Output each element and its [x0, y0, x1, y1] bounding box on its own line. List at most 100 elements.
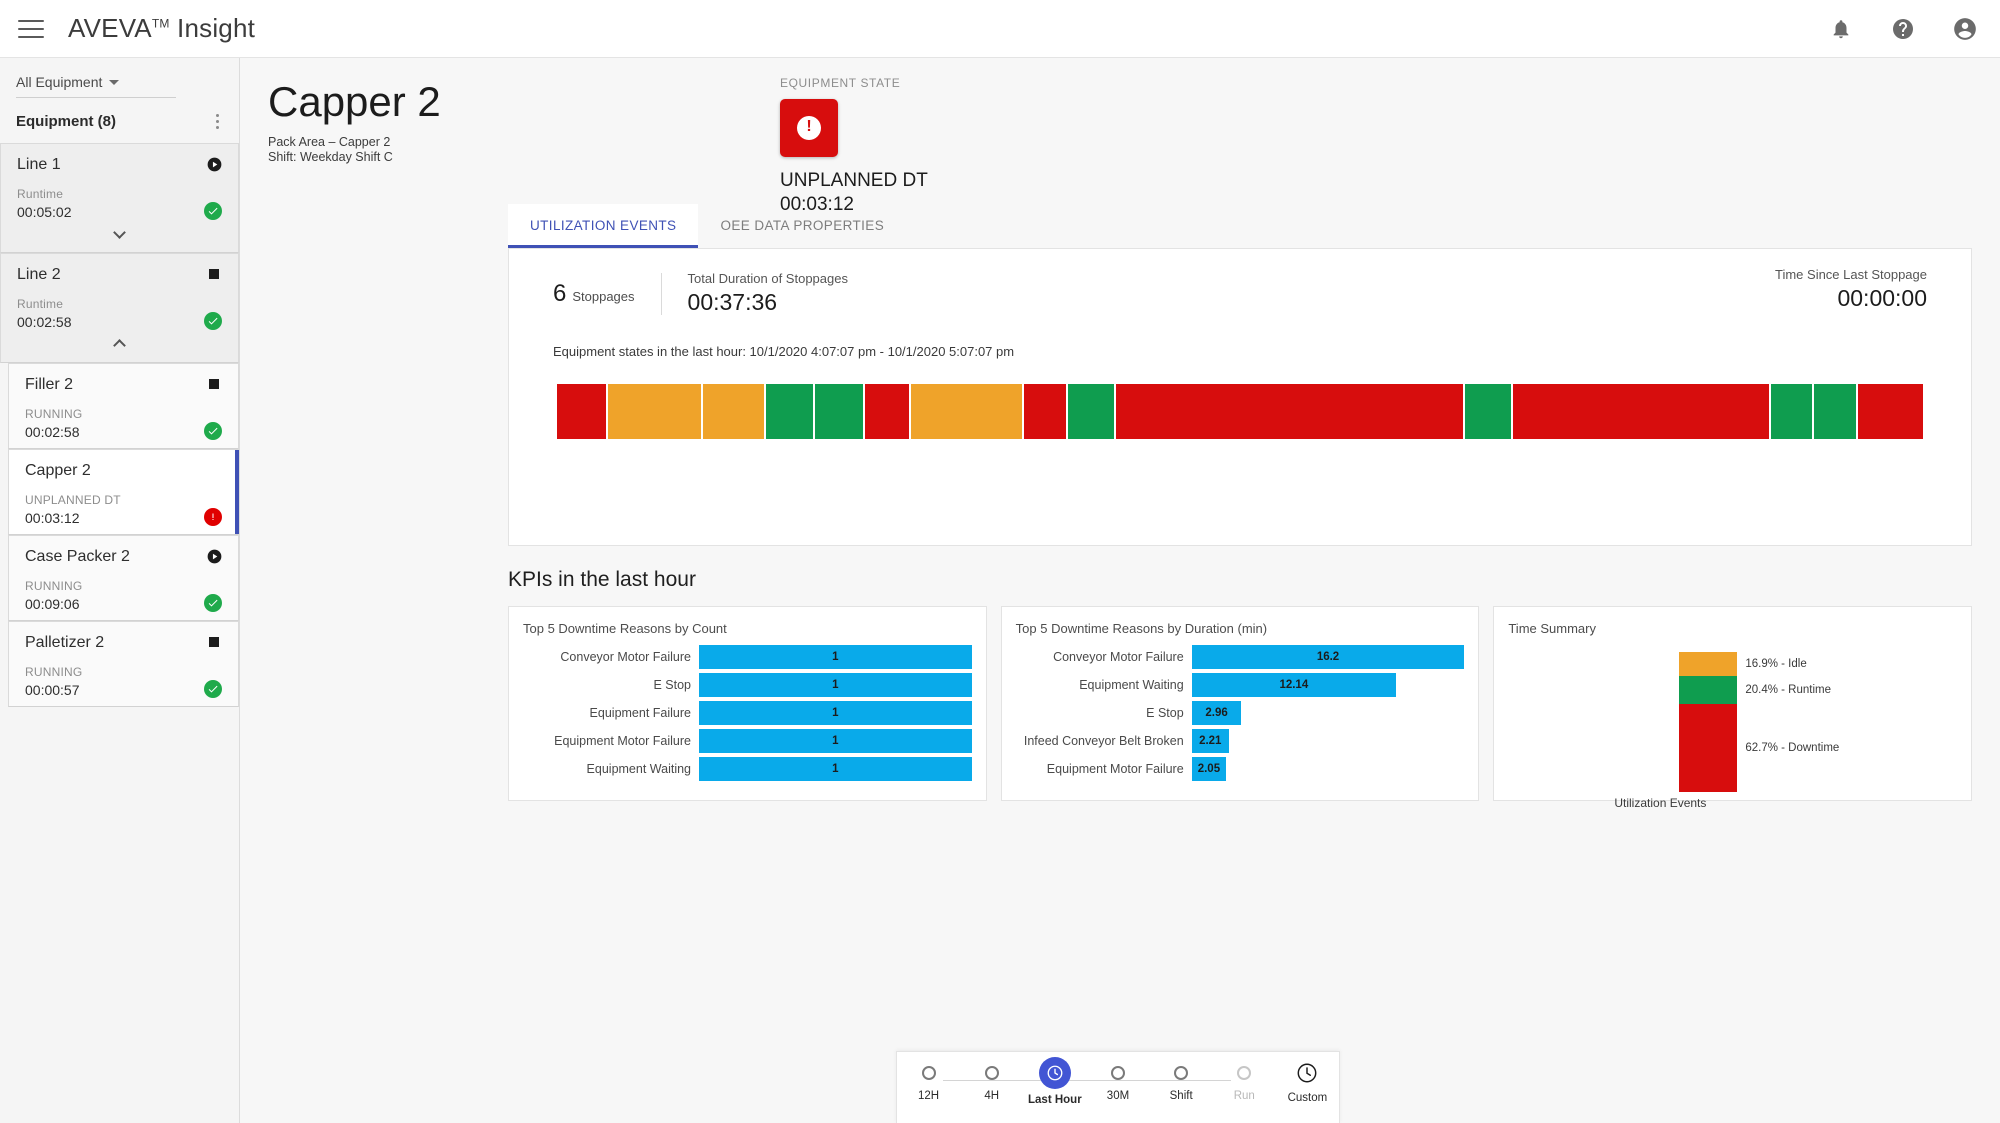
equipment-status-text: Runtime — [17, 186, 72, 203]
bar-value-label: 2.05 — [1198, 763, 1220, 775]
bar-value-label: 1 — [832, 763, 838, 775]
timeline-segment-downtime[interactable] — [1024, 384, 1067, 439]
range-option-4h[interactable]: 4H — [960, 1052, 1023, 1123]
stoppage-count-value: 6 — [553, 280, 566, 307]
play-icon[interactable] — [206, 548, 222, 564]
bar-track: 2.21 — [1192, 729, 1465, 753]
bell-icon[interactable] — [1828, 16, 1854, 42]
bar-row: Equipment Waiting1 — [523, 757, 972, 781]
status-ok-icon — [204, 680, 222, 698]
bar-fill[interactable]: 1 — [699, 729, 972, 753]
time-summary-segment-downtime[interactable]: 62.7% - Downtime — [1679, 704, 1737, 792]
kpi-card-time-summary: Time Summary 16.9% - Idle20.4% - Runtime… — [1493, 606, 1972, 801]
time-summary-segment-label: 20.4% - Runtime — [1745, 684, 1831, 696]
equipment-card-line-1[interactable]: Line 1Runtime00:05:02 — [0, 143, 239, 253]
equipment-card-capper-2[interactable]: Capper 2UNPLANNED DT00:03:12 — [8, 449, 239, 535]
timeline-segment-runtime[interactable] — [1068, 384, 1113, 439]
bar-fill[interactable]: 1 — [699, 645, 972, 669]
equipment-state-tile[interactable]: ! — [780, 99, 838, 157]
range-option-label: Last Hour — [1028, 1094, 1082, 1106]
bar-track: 1 — [699, 757, 972, 781]
equipment-card-line-2[interactable]: Line 2Runtime00:02:58 — [0, 253, 239, 363]
brand-trademark: TM — [152, 16, 170, 30]
help-icon[interactable] — [1890, 16, 1916, 42]
timeline-segment-idle[interactable] — [608, 384, 701, 439]
timeline-segment-idle[interactable] — [911, 384, 1022, 439]
bar-fill[interactable]: 16.2 — [1192, 645, 1465, 669]
equipment-status-block: RUNNING00:00:57 — [25, 664, 82, 700]
bar-fill[interactable]: 1 — [699, 701, 972, 725]
alert-icon: ! — [797, 116, 821, 140]
time-since-last-stoppage-value: 00:00:00 — [1775, 285, 1927, 312]
equipment-name: Line 1 — [17, 156, 222, 174]
bar-fill[interactable]: 2.05 — [1192, 757, 1227, 781]
status-error-icon — [204, 508, 222, 526]
equipment-card-palletizer-2[interactable]: Palletizer 2RUNNING00:00:57 — [8, 621, 239, 707]
hamburger-icon[interactable] — [18, 20, 44, 38]
total-duration-value: 00:37:36 — [688, 289, 848, 316]
kpi-title-time-summary: Time Summary — [1494, 607, 1971, 636]
timeline-segment-runtime[interactable] — [1771, 384, 1812, 439]
stop-icon[interactable] — [206, 634, 222, 650]
timeline-segment-downtime[interactable] — [1858, 384, 1923, 439]
timeline-segment-downtime[interactable] — [1116, 384, 1463, 439]
bar-track: 2.05 — [1192, 757, 1465, 781]
range-option-custom[interactable]: Custom — [1276, 1052, 1339, 1123]
kpi-card-downtime-by-count: Top 5 Downtime Reasons by Count Conveyor… — [508, 606, 987, 801]
bar-value-label: 12.14 — [1279, 679, 1308, 691]
bar-value-label: 2.21 — [1199, 735, 1221, 747]
bar-category-label: Infeed Conveyor Belt Broken — [1016, 734, 1192, 748]
stoppage-count: 6 Stoppages — [553, 280, 635, 308]
timeline-segment-runtime[interactable] — [1465, 384, 1511, 439]
more-options-icon[interactable] — [212, 112, 223, 131]
equipment-card-case-packer-2[interactable]: Case Packer 2RUNNING00:09:06 — [8, 535, 239, 621]
range-option-shift[interactable]: Shift — [1150, 1052, 1213, 1123]
bar-row: Equipment Motor Failure2.05 — [1016, 757, 1465, 781]
timeline-segment-runtime[interactable] — [1814, 384, 1857, 439]
bar-fill[interactable]: 1 — [699, 757, 972, 781]
bar-value-label: 1 — [832, 707, 838, 719]
range-dot-icon — [1111, 1066, 1125, 1080]
bar-track: 1 — [699, 701, 972, 725]
stop-icon[interactable] — [206, 376, 222, 392]
time-summary-segment-idle[interactable]: 16.9% - Idle — [1679, 652, 1737, 676]
sidebar-group-row: Equipment (8) — [0, 98, 239, 143]
sidebar-scope-row: All Equipment — [0, 58, 239, 98]
bar-fill[interactable]: 2.21 — [1192, 729, 1229, 753]
range-option-label: 12H — [918, 1090, 939, 1102]
equipment-state-timeline[interactable] — [557, 384, 1923, 439]
play-icon[interactable] — [206, 156, 222, 172]
bar-value-label: 1 — [832, 735, 838, 747]
tab-utilization-events[interactable]: UTILIZATION EVENTS — [508, 204, 698, 248]
expand-icon[interactable] — [17, 222, 222, 246]
range-option-run: Run — [1213, 1052, 1276, 1123]
equipment-state-label: EQUIPMENT STATE — [780, 76, 928, 90]
range-option-label: Shift — [1170, 1090, 1193, 1102]
bar-track: 1 — [699, 673, 972, 697]
stoppage-count-label: Stoppages — [572, 289, 634, 304]
bar-fill[interactable]: 1 — [699, 673, 972, 697]
bar-fill[interactable]: 2.96 — [1192, 701, 1242, 725]
timeline-segment-runtime[interactable] — [815, 384, 863, 439]
range-option-12h[interactable]: 12H — [897, 1052, 960, 1123]
time-summary-segment-runtime[interactable]: 20.4% - Runtime — [1679, 676, 1737, 705]
bar-fill[interactable]: 12.14 — [1192, 673, 1396, 697]
timeline-segment-downtime[interactable] — [1513, 384, 1768, 439]
timeline-segment-runtime[interactable] — [766, 384, 814, 439]
account-icon[interactable] — [1952, 16, 1978, 42]
timeline-segment-downtime[interactable] — [557, 384, 606, 439]
utilization-events-panel: 6 Stoppages Total Duration of Stoppages 0… — [508, 248, 1972, 546]
bar-value-label: 1 — [832, 651, 838, 663]
range-option-last-hour[interactable]: Last Hour — [1023, 1052, 1086, 1123]
timeline-segment-idle[interactable] — [703, 384, 764, 439]
collapse-icon[interactable] — [17, 332, 222, 356]
timeline-segment-downtime[interactable] — [865, 384, 909, 439]
stop-icon[interactable] — [206, 266, 222, 282]
equipment-status-block: RUNNING00:02:58 — [25, 406, 82, 442]
total-duration-label: Total Duration of Stoppages — [688, 271, 848, 286]
equipment-scope-dropdown[interactable]: All Equipment — [16, 74, 176, 98]
equipment-card-filler-2[interactable]: Filler 2RUNNING00:02:58 — [8, 363, 239, 449]
range-dot-icon — [985, 1066, 999, 1080]
status-ok-icon — [204, 202, 222, 220]
range-option-30m[interactable]: 30M — [1086, 1052, 1149, 1123]
